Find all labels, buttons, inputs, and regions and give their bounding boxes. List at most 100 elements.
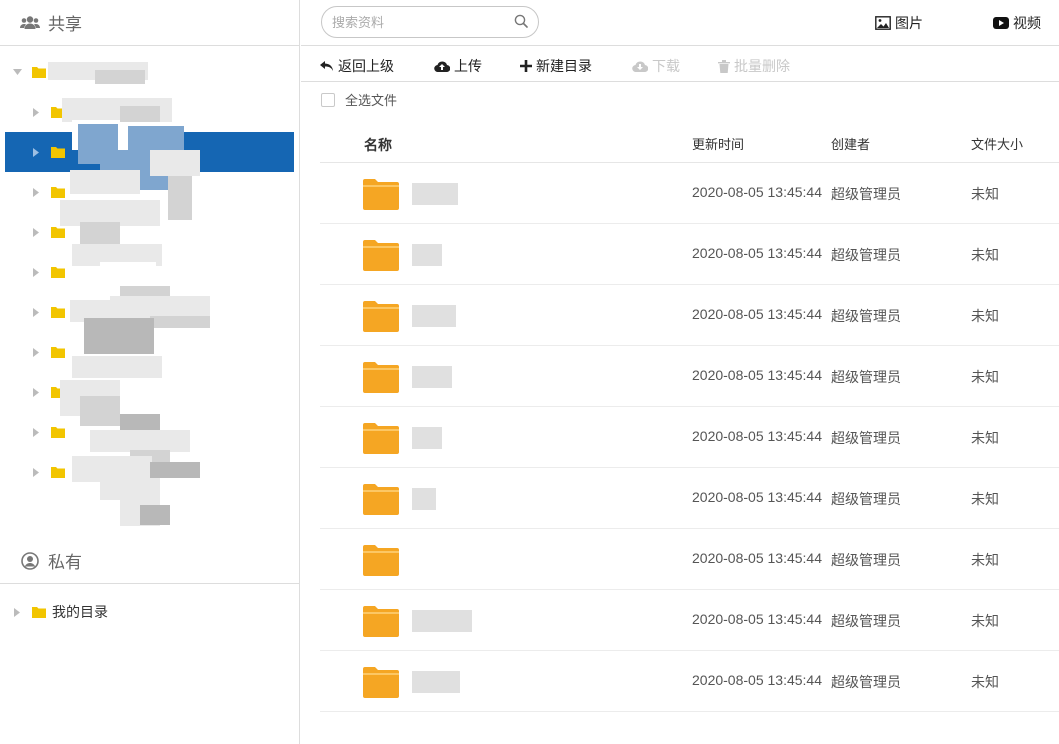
size-cell: 未知 (971, 674, 999, 690)
table-row[interactable]: 2020-08-05 13:45:44 超级管理员 未知 (320, 285, 1059, 346)
redacted-label-block (120, 106, 160, 122)
chevron-right-icon[interactable] (31, 267, 41, 277)
redacted-file-name (412, 671, 460, 693)
chevron-right-icon[interactable] (31, 147, 41, 157)
chevron-right-icon[interactable] (31, 347, 41, 357)
top-bar: 图片 视频 (301, 0, 1059, 46)
search-box[interactable] (321, 6, 539, 38)
header-name[interactable]: 名称 (364, 135, 392, 155)
select-all[interactable]: 全选文件 (321, 90, 397, 109)
folder-icon (32, 67, 46, 78)
search-icon[interactable] (514, 14, 528, 31)
table-row[interactable]: 2020-08-05 13:45:44 超级管理员 未知 (320, 407, 1059, 468)
batch-delete-label: 批量删除 (734, 58, 790, 74)
private-section-title: 私有 (48, 553, 82, 572)
redacted-label-block (150, 150, 200, 176)
chevron-right-icon[interactable] (12, 607, 22, 617)
size-cell: 未知 (971, 430, 999, 446)
upload-button[interactable]: 上传 (434, 56, 482, 76)
redacted-label-block (140, 505, 170, 525)
folder-icon (51, 307, 65, 318)
folder-icon (51, 187, 65, 198)
updated-cell: 2020-08-05 13:45:44 (692, 550, 822, 566)
images-button[interactable]: 图片 (875, 13, 923, 33)
updated-cell: 2020-08-05 13:45:44 (692, 367, 822, 383)
table-row[interactable]: 2020-08-05 13:45:44 超级管理员 未知 (320, 346, 1059, 407)
image-icon (875, 16, 891, 30)
chevron-right-icon[interactable] (31, 107, 41, 117)
file-manager: 共享 私有 我的目录 图片 (0, 0, 1059, 744)
updated-cell: 2020-08-05 13:45:44 (692, 672, 822, 688)
redacted-file-name (412, 366, 452, 388)
table-row[interactable]: 2020-08-05 13:45:44 超级管理员 未知 (320, 651, 1059, 712)
updated-cell: 2020-08-05 13:45:44 (692, 184, 822, 200)
download-button[interactable]: 下载 (632, 56, 680, 76)
size-cell: 未知 (971, 552, 999, 568)
folder-icon (363, 301, 399, 332)
folder-icon (51, 147, 65, 158)
select-all-checkbox[interactable] (321, 92, 335, 107)
shared-section-title: 共享 (48, 15, 82, 34)
size-cell: 未知 (971, 369, 999, 385)
tree-node-label: 我的目录 (52, 604, 108, 620)
header-size[interactable]: 文件大小 (971, 134, 1023, 153)
redacted-label-block (168, 176, 192, 220)
updated-cell: 2020-08-05 13:45:44 (692, 428, 822, 444)
back-button[interactable]: 返回上级 (320, 56, 394, 76)
updated-cell: 2020-08-05 13:45:44 (692, 489, 822, 505)
folder-icon (363, 545, 399, 576)
redacted-label-block (150, 316, 210, 328)
private-section-header[interactable]: 私有 (0, 538, 299, 584)
creator-cell: 超级管理员 (831, 430, 901, 446)
chevron-right-icon[interactable] (31, 467, 41, 477)
chevron-right-icon[interactable] (31, 227, 41, 237)
sidebar: 共享 私有 我的目录 (0, 0, 300, 744)
upload-label: 上传 (454, 58, 482, 74)
folder-icon (51, 227, 65, 238)
batch-delete-button[interactable]: 批量删除 (718, 56, 790, 76)
users-icon (20, 13, 40, 33)
creator-cell: 超级管理员 (831, 247, 901, 263)
chevron-right-icon[interactable] (31, 387, 41, 397)
tree-node-my-directory[interactable]: 我的目录 (0, 592, 299, 632)
table-row[interactable]: 2020-08-05 13:45:44 超级管理员 未知 (320, 529, 1059, 590)
creator-cell: 超级管理员 (831, 491, 901, 507)
images-label: 图片 (895, 15, 923, 31)
chevron-down-icon[interactable] (12, 67, 22, 77)
table-row[interactable]: 2020-08-05 13:45:44 超级管理员 未知 (320, 590, 1059, 651)
chevron-right-icon[interactable] (31, 187, 41, 197)
shared-section-header[interactable]: 共享 (0, 0, 299, 46)
header-updated[interactable]: 更新时间 (692, 134, 744, 153)
trash-icon (718, 59, 730, 73)
folder-icon (363, 423, 399, 454)
videos-button[interactable]: 视频 (993, 13, 1041, 33)
search-input[interactable] (332, 14, 514, 30)
plus-icon (520, 60, 532, 72)
folder-icon (51, 467, 65, 478)
table-row[interactable]: 2020-08-05 13:45:44 超级管理员 未知 (320, 468, 1059, 529)
creator-cell: 超级管理员 (831, 186, 901, 202)
back-label: 返回上级 (338, 58, 394, 74)
folder-icon (363, 362, 399, 393)
table-row[interactable]: 2020-08-05 13:45:44 超级管理员 未知 (320, 163, 1059, 224)
redacted-label-block (80, 222, 120, 244)
table-row[interactable]: 2020-08-05 13:45:44 超级管理员 未知 (320, 224, 1059, 285)
undo-icon (320, 61, 333, 71)
tree-node-root[interactable] (0, 52, 299, 92)
table-header: 名称 更新时间 创建者 文件大小 (320, 122, 1059, 163)
chevron-right-icon[interactable] (31, 427, 41, 437)
redacted-label-block (150, 462, 200, 478)
folder-icon (32, 607, 46, 618)
chevron-right-icon[interactable] (31, 307, 41, 317)
select-all-label: 全选文件 (345, 93, 398, 108)
redacted-file-name (412, 183, 458, 205)
tree-node[interactable] (0, 372, 299, 412)
folder-icon (51, 427, 65, 438)
new-directory-button[interactable]: 新建目录 (520, 56, 592, 76)
updated-cell: 2020-08-05 13:45:44 (692, 306, 822, 322)
size-cell: 未知 (971, 491, 999, 507)
header-creator[interactable]: 创建者 (831, 134, 870, 153)
folder-icon (363, 606, 399, 637)
folder-icon (51, 267, 65, 278)
new-directory-label: 新建目录 (536, 58, 592, 74)
